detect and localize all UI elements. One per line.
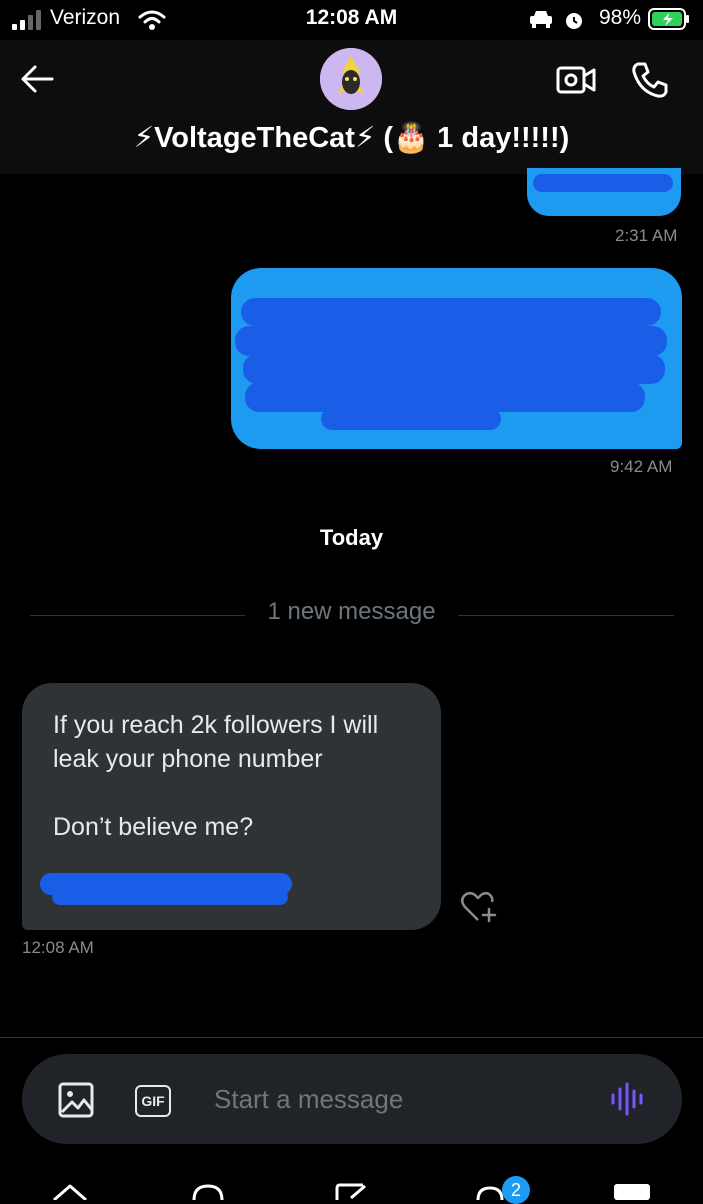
video-call-icon[interactable] [556, 64, 596, 96]
new-message-divider: 1 new message [267, 598, 436, 625]
battery-icon [648, 8, 689, 30]
car-icon [530, 11, 552, 28]
gif-button[interactable]: GIF [135, 1085, 171, 1117]
message-text: If you reach 2k followers I will leak yo… [53, 711, 379, 841]
day-separator: Today [319, 525, 384, 550]
home-icon[interactable] [50, 1182, 90, 1200]
back-arrow-icon[interactable] [20, 64, 54, 94]
compose-icon[interactable] [333, 1182, 373, 1200]
phone-call-icon[interactable] [630, 60, 670, 100]
clock: 12:08 AM [305, 6, 398, 29]
message-input[interactable]: Start a message [214, 1084, 594, 1115]
redaction-scribble [241, 298, 661, 326]
image-icon[interactable] [58, 1082, 94, 1118]
message-timestamp: 2:31 AM [615, 226, 678, 245]
redaction-scribble [321, 408, 501, 430]
conversation-header: ⚡VoltageTheCat⚡ (🎂 1 day!!!!!) [0, 40, 703, 174]
outgoing-message-bubble[interactable] [527, 168, 681, 216]
battery-percent: 98% [598, 6, 641, 29]
divider-line-right [458, 615, 674, 616]
message-timestamp: 9:42 AM [610, 457, 673, 476]
status-bar: Verizon 12:08 AM 98% [0, 0, 703, 40]
search-icon[interactable] [190, 1182, 226, 1200]
react-heart-icon[interactable] [460, 890, 500, 924]
redaction-scribble [52, 889, 288, 905]
contact-name[interactable]: ⚡VoltageTheCat⚡ (🎂 1 day!!!!!) [0, 120, 703, 155]
redaction-scribble [533, 174, 673, 192]
incoming-message-bubble[interactable]: If you reach 2k followers I will leak yo… [22, 683, 441, 930]
alarm-icon [566, 13, 582, 29]
message-composer: GIF Start a message [22, 1054, 682, 1144]
messages-icon[interactable] [612, 1182, 652, 1200]
contact-avatar[interactable] [320, 48, 382, 110]
message-timestamp: 12:08 AM [22, 938, 94, 957]
composer-separator [0, 1037, 703, 1038]
redaction-scribble [243, 354, 665, 384]
bottom-tab-bar [0, 1160, 703, 1200]
outgoing-message-bubble[interactable] [231, 268, 682, 449]
voice-message-icon[interactable] [610, 1082, 646, 1116]
redaction-scribble [235, 326, 667, 356]
